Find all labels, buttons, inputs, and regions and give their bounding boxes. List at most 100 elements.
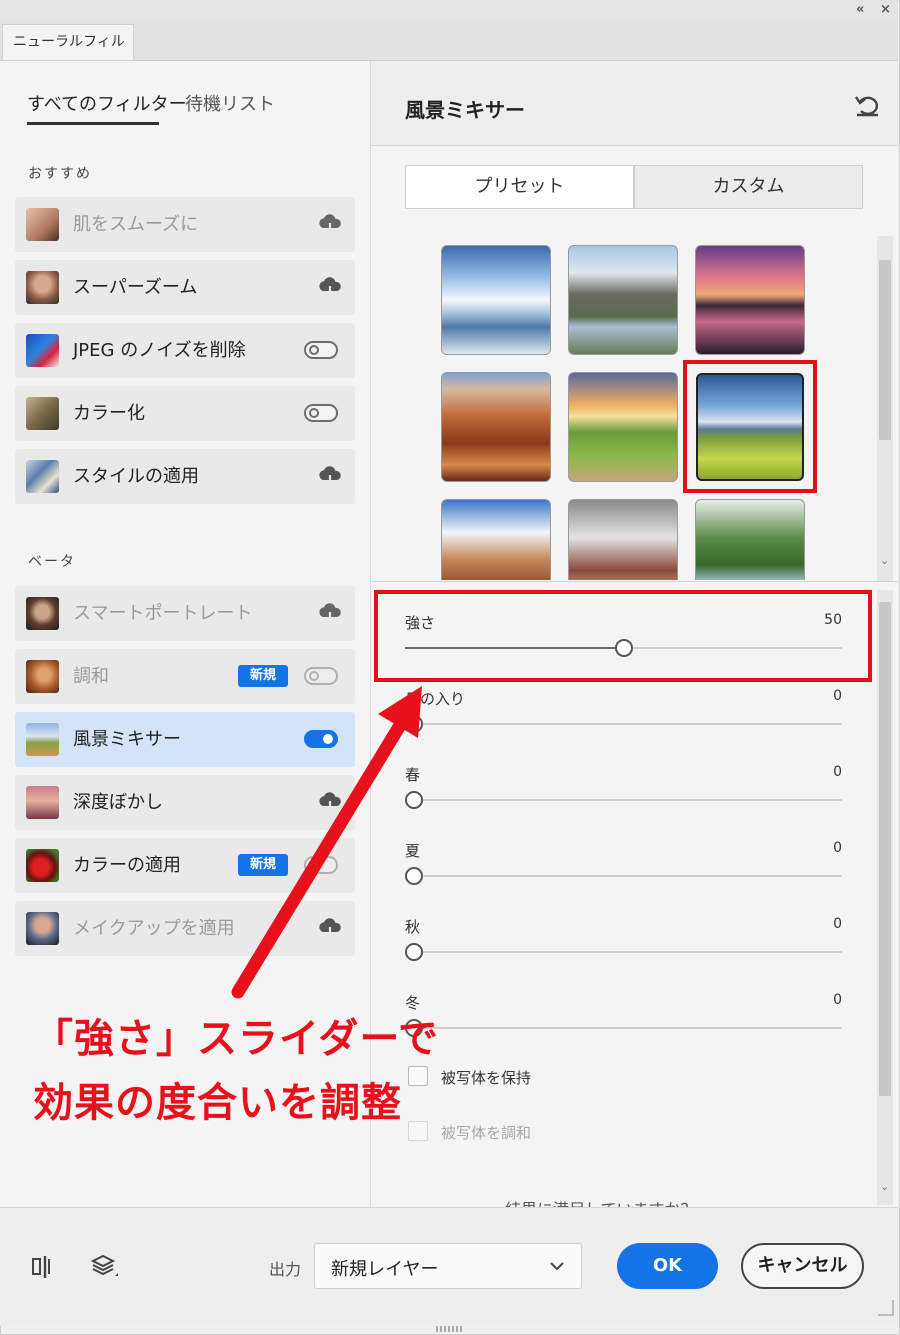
cancel-button[interactable]: キャンセル	[741, 1243, 864, 1289]
harmonize-subject-checkbox[interactable]	[408, 1121, 428, 1141]
filter-name: スマートポートレート	[73, 603, 253, 624]
strength-slider-highlight	[374, 590, 872, 682]
preset-scrollbar[interactable]: ⌄	[877, 236, 893, 581]
tab-wait-list[interactable]: 待機リスト	[185, 90, 275, 116]
active-tab-underline	[27, 122, 159, 125]
new-badge: 新規	[238, 665, 288, 687]
collapse-icon[interactable]: «	[856, 2, 864, 17]
slider-knob[interactable]	[405, 715, 423, 733]
filter-title: 風景ミキサー	[405, 98, 525, 122]
filter-item-jpeg-artifact-removal[interactable]: JPEG のノイズを削除	[15, 323, 355, 378]
slider-track[interactable]	[405, 723, 842, 725]
scrollbar-thumb[interactable]	[879, 260, 891, 440]
makeup-transfer-thumbnail	[26, 912, 59, 945]
skin-smoothing-thumbnail	[26, 208, 59, 241]
landscape-mixer-toggle[interactable]	[304, 730, 338, 748]
filter-name: 調和	[73, 666, 109, 687]
cloud-download-icon[interactable]	[317, 600, 343, 626]
slider-label: 夏	[405, 842, 421, 860]
filter-item-super-zoom[interactable]: スーパーズーム	[15, 260, 355, 315]
preset-thumbnail[interactable]	[441, 245, 551, 355]
chevron-down-icon[interactable]: ⌄	[880, 1180, 889, 1193]
slider-knob[interactable]	[405, 867, 423, 885]
selected-preset-highlight	[683, 360, 817, 493]
keep-subject-checkbox[interactable]	[408, 1066, 428, 1086]
filter-name: カラーの適用	[73, 855, 181, 876]
filter-item-makeup-transfer[interactable]: メイクアップを適用	[15, 901, 355, 956]
output-dropdown[interactable]: 新規レイヤー	[314, 1243, 582, 1289]
slider-track[interactable]	[405, 1027, 842, 1029]
undo-icon[interactable]	[853, 92, 881, 118]
neural-filters-tab[interactable]: ニューラルフィルター	[2, 24, 134, 84]
bottom-grip[interactable]	[436, 1326, 462, 1332]
filter-item-landscape-mixer[interactable]: 風景ミキサー	[15, 712, 355, 767]
chevron-down-icon[interactable]: ⌄	[880, 554, 889, 567]
slider-label: 秋	[405, 918, 421, 936]
preset-thumbnail[interactable]	[568, 499, 678, 580]
filter-item-smart-portrait[interactable]: スマートポートレート	[15, 586, 355, 641]
colorize-toggle[interactable]	[304, 404, 338, 422]
output-label: 出力	[269, 1260, 302, 1279]
slider-track[interactable]	[405, 799, 842, 801]
cloud-download-icon[interactable]	[317, 915, 343, 941]
ok-button[interactable]: OK	[617, 1243, 718, 1289]
harmonization-toggle[interactable]	[304, 667, 338, 685]
harmonization-thumbnail	[26, 660, 59, 693]
annotation-line-1: 「強さ」スライダーで	[33, 1016, 439, 1062]
harmonize-subject-label: 被写体を調和	[441, 1124, 532, 1142]
color-transfer-thumbnail	[26, 849, 59, 882]
filter-name: 風景ミキサー	[73, 729, 181, 750]
filter-name: カラー化	[73, 403, 145, 424]
super-zoom-thumbnail	[26, 271, 59, 304]
filter-item-colorize[interactable]: カラー化	[15, 386, 355, 441]
filter-name: 深度ぼかし	[73, 792, 163, 813]
annotation-line-2: 効果の度合いを調整	[33, 1080, 402, 1126]
jpeg-noise-thumbnail	[26, 334, 59, 367]
jpeg-noise-toggle[interactable]	[304, 341, 338, 359]
resize-grip[interactable]	[878, 1300, 894, 1316]
cloud-download-icon[interactable]	[317, 274, 343, 300]
slider-track[interactable]	[405, 875, 842, 877]
compare-view-icon[interactable]	[30, 1254, 54, 1280]
slider-knob[interactable]	[405, 943, 423, 961]
preset-thumbnail[interactable]	[568, 372, 678, 482]
settings-scrollbar[interactable]: ⌄	[877, 590, 893, 1205]
preset-thumbnail[interactable]	[695, 245, 805, 355]
preset-thumbnail[interactable]	[695, 499, 805, 580]
filter-name: スタイルの適用	[73, 466, 199, 487]
tab-preset[interactable]: プリセット	[405, 165, 634, 209]
filter-item-depth-blur[interactable]: 深度ぼかし	[15, 775, 355, 830]
preset-thumbnail[interactable]	[441, 372, 551, 482]
window-top-bar	[0, 0, 898, 23]
keep-subject-label: 被写体を保持	[441, 1069, 532, 1087]
preset-thumbnail[interactable]	[568, 245, 678, 355]
close-icon[interactable]: ×	[880, 2, 891, 17]
layers-icon[interactable]	[90, 1252, 120, 1282]
beta-heading: ベータ	[28, 554, 76, 570]
slider-knob[interactable]	[405, 791, 423, 809]
slider-value: 0	[833, 916, 842, 932]
filter-name: メイクアップを適用	[73, 918, 235, 939]
depth-blur-thumbnail	[26, 786, 59, 819]
filter-item-harmonization[interactable]: 調和 新規	[15, 649, 355, 704]
preset-thumbnail[interactable]	[441, 499, 551, 580]
chevron-down-icon	[550, 1262, 564, 1271]
slider-label: 春	[405, 766, 421, 784]
filter-name: 肌をスムーズに	[73, 214, 199, 235]
filter-item-style-transfer[interactable]: スタイルの適用	[15, 449, 355, 504]
slider-value: 0	[833, 688, 842, 704]
slider-value: 0	[833, 764, 842, 780]
new-badge: 新規	[238, 854, 288, 876]
tab-custom[interactable]: カスタム	[634, 165, 863, 209]
output-dropdown-value: 新規レイヤー	[331, 1259, 439, 1280]
slider-track[interactable]	[405, 951, 842, 953]
color-transfer-toggle[interactable]	[304, 856, 338, 874]
filter-item-skin-smoothing[interactable]: 肌をスムーズに	[15, 197, 355, 252]
filter-item-color-transfer[interactable]: カラーの適用 新規	[15, 838, 355, 893]
cloud-download-icon[interactable]	[317, 789, 343, 815]
landscape-mixer-thumbnail	[26, 723, 59, 756]
cloud-download-icon[interactable]	[317, 463, 343, 489]
scrollbar-thumb[interactable]	[879, 602, 891, 1096]
tab-all-filters[interactable]: すべてのフィルター	[27, 90, 187, 116]
cloud-download-icon[interactable]	[317, 211, 343, 237]
